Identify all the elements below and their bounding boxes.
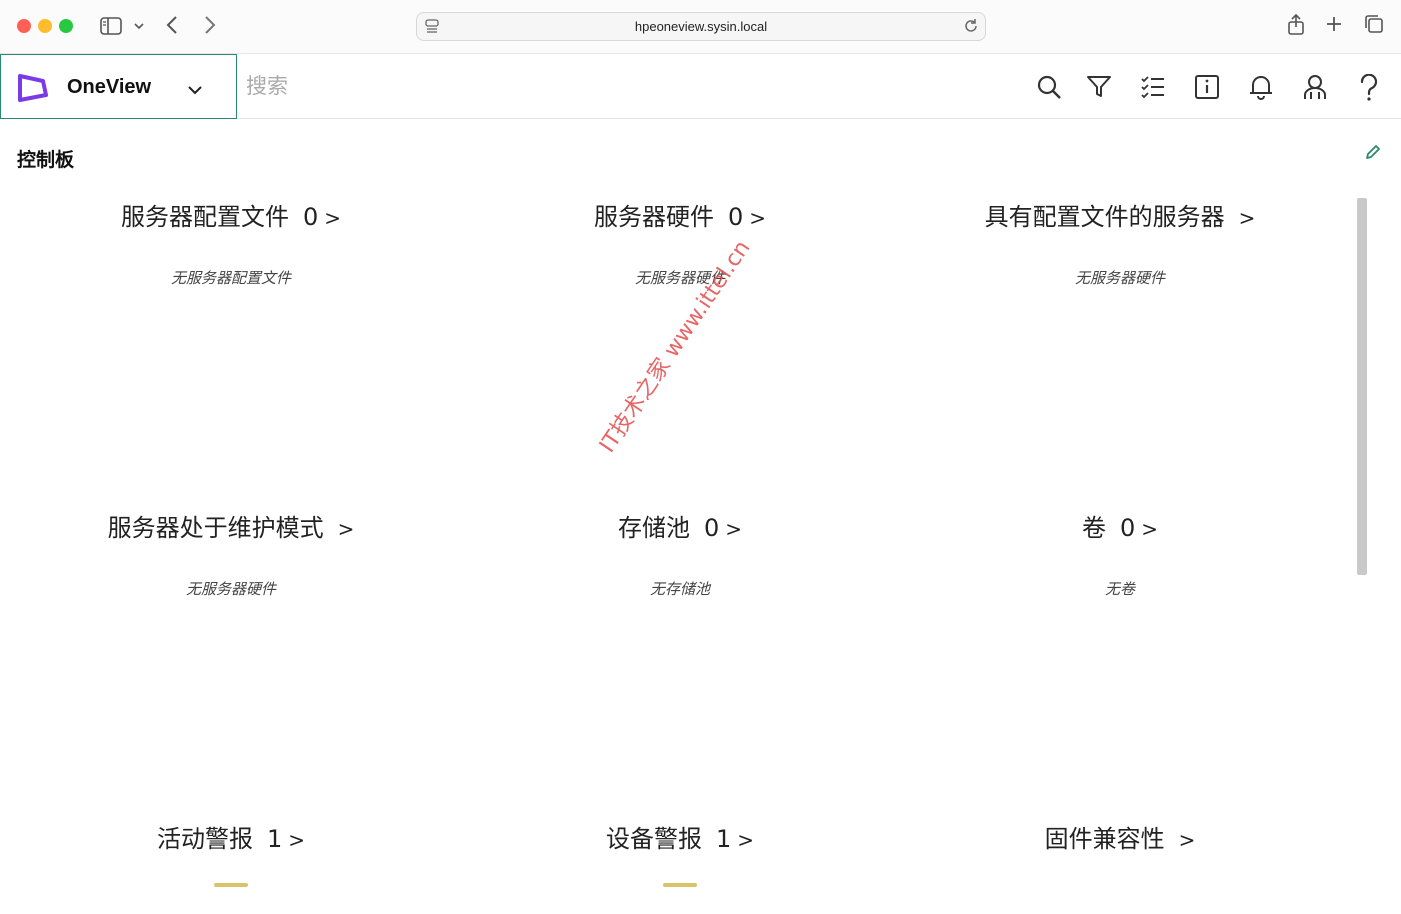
panel-title: 固件兼容性 <box>1044 825 1165 853</box>
chevron-down-icon[interactable] <box>187 81 203 100</box>
chevron-right-icon: > <box>749 206 767 230</box>
panel-device-alerts: 设备警报 1 > <box>470 819 890 887</box>
panel-count: 0 <box>302 203 319 231</box>
back-button[interactable] <box>166 15 178 38</box>
alert-gauge <box>663 883 697 887</box>
reload-icon[interactable] <box>963 18 979 38</box>
panel-count: 0 <box>727 203 744 231</box>
chevron-right-icon: > <box>288 828 306 852</box>
user-icon[interactable] <box>1302 74 1328 104</box>
panel-title: 服务器硬件 <box>593 203 714 231</box>
panel-header-link[interactable]: 服务器处于维护模式 > <box>108 508 355 543</box>
panel-storage-pools: 存储池 0 > 无存储池 <box>470 508 890 599</box>
tab-overview-icon[interactable] <box>1364 14 1384 37</box>
panel-header-link[interactable]: 活动警报 1 > <box>157 819 305 854</box>
panel-empty-message: 无服务器硬件 <box>185 580 276 598</box>
panel-empty-message: 无卷 <box>1104 580 1135 598</box>
page-title: 控制板 <box>17 149 75 171</box>
panel-count: 0 <box>1119 514 1136 542</box>
sidebar-toggle-icon[interactable] <box>100 17 122 35</box>
panel-empty-message: 无服务器配置文件 <box>170 269 291 287</box>
filter-icon[interactable] <box>1086 74 1112 104</box>
panel-active-alerts: 活动警报 1 > <box>21 819 441 887</box>
chevron-right-icon: > <box>725 517 743 541</box>
chevron-right-icon: > <box>324 206 342 230</box>
panel-header-link[interactable]: 服务器配置文件 0 > <box>121 197 341 232</box>
alert-gauge <box>214 883 248 887</box>
url-text: hpeoneview.sysin.local <box>634 19 768 34</box>
panel-header-link[interactable]: 存储池 0 > <box>618 508 742 543</box>
edit-icon[interactable] <box>1364 143 1382 165</box>
bell-icon[interactable] <box>1248 74 1274 104</box>
zoom-window-button[interactable] <box>59 19 73 33</box>
scrollbar[interactable] <box>1357 198 1367 575</box>
brand-name: OneView <box>67 76 152 98</box>
panel-servers-maintenance: 服务器处于维护模式 > 无服务器硬件 <box>21 508 441 599</box>
help-icon[interactable] <box>1358 73 1380 106</box>
panel-count: 1 <box>266 825 283 853</box>
search-input[interactable] <box>238 64 838 108</box>
panel-firmware-compliance: 固件兼容性 > <box>910 819 1330 854</box>
info-icon[interactable] <box>1194 74 1220 104</box>
panel-empty-message: 无存储池 <box>649 580 710 598</box>
chevron-right-icon: > <box>737 828 755 852</box>
chevron-right-icon: > <box>1238 206 1256 230</box>
panel-title: 服务器配置文件 <box>120 203 289 231</box>
panel-empty-message: 无服务器硬件 <box>1074 269 1165 287</box>
panel-header-link[interactable]: 卷 0 > <box>1082 508 1158 543</box>
panel-header-link[interactable]: 服务器硬件 0 > <box>594 197 766 232</box>
panel-count: 1 <box>715 825 732 853</box>
panel-empty-message: 无服务器硬件 <box>634 269 725 287</box>
address-bar[interactable]: hpeoneview.sysin.local <box>416 12 986 41</box>
search-icon[interactable] <box>1036 74 1062 104</box>
panel-header-link[interactable]: 具有配置文件的服务器 > <box>985 197 1256 232</box>
minimize-window-button[interactable] <box>38 19 52 33</box>
panel-title: 卷 <box>1081 514 1106 542</box>
panel-title: 具有配置文件的服务器 <box>984 203 1225 231</box>
browser-toolbar: hpeoneview.sysin.local <box>0 0 1401 54</box>
close-window-button[interactable] <box>17 19 31 33</box>
panel-volumes: 卷 0 > 无卷 <box>910 508 1330 599</box>
chevron-right-icon: > <box>1141 517 1159 541</box>
panel-servers-with-profiles: 具有配置文件的服务器 > 无服务器硬件 <box>910 197 1330 288</box>
chevron-right-icon: > <box>1178 828 1196 852</box>
share-icon[interactable] <box>1286 13 1306 39</box>
new-tab-icon[interactable] <box>1324 14 1344 37</box>
brand-menu[interactable]: OneView <box>0 54 237 119</box>
panel-server-hardware: 服务器硬件 0 > 无服务器硬件 <box>470 197 890 288</box>
app-header: OneView <box>0 54 1401 119</box>
panel-header-link[interactable]: 固件兼容性 > <box>1045 819 1196 854</box>
panel-title: 存储池 <box>617 514 690 542</box>
panel-server-profiles: 服务器配置文件 0 > 无服务器配置文件 <box>21 197 441 288</box>
activity-list-icon[interactable] <box>1140 74 1166 104</box>
chevron-right-icon: > <box>337 517 355 541</box>
panel-title: 设备警报 <box>605 825 702 853</box>
panel-title: 活动警报 <box>156 825 253 853</box>
panel-count: 0 <box>703 514 720 542</box>
panel-header-link[interactable]: 设备警报 1 > <box>606 819 754 854</box>
chevron-down-icon[interactable] <box>134 18 144 37</box>
oneview-logo-icon <box>17 73 49 107</box>
forward-button[interactable] <box>204 15 216 38</box>
panel-title: 服务器处于维护模式 <box>107 514 324 542</box>
